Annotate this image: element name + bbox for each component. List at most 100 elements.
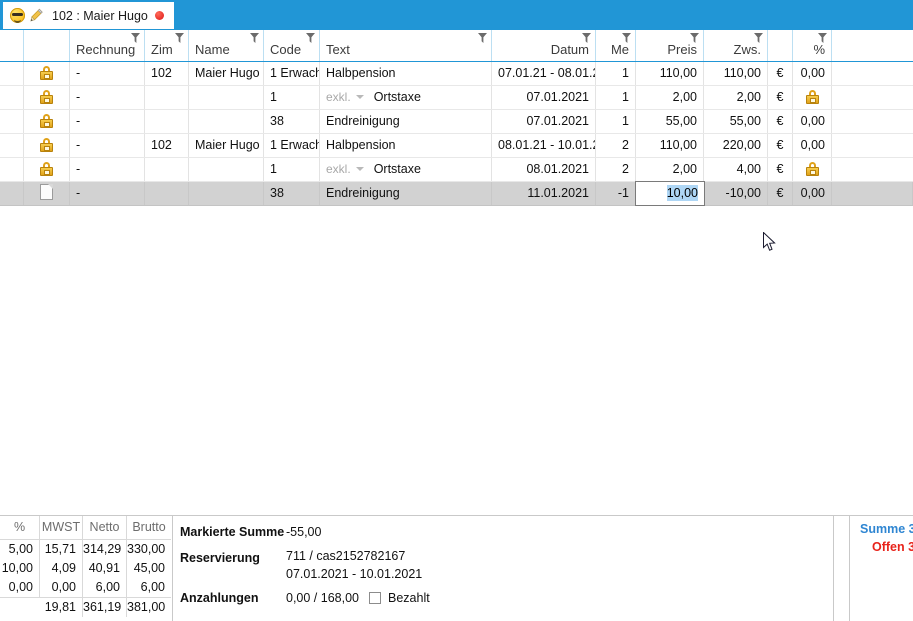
pencil-icon[interactable]	[29, 8, 44, 23]
cell-zws[interactable]: 55,00	[704, 110, 768, 133]
cell-prozent[interactable]: 0,00	[793, 182, 832, 205]
cell-code[interactable]: 38	[264, 182, 320, 205]
cell-waehrung[interactable]: €	[768, 182, 793, 205]
cell-rest[interactable]	[832, 86, 913, 109]
cell-rechnung[interactable]: -	[70, 110, 145, 133]
cell-prozent[interactable]: 0,00	[793, 62, 832, 85]
cell-text[interactable]: exkl. Ortstaxe	[320, 158, 492, 181]
grid-header-lock[interactable]	[24, 30, 70, 61]
cell-code[interactable]: 1 Erwach	[264, 62, 320, 85]
grid-header-prozent[interactable]: %	[793, 30, 832, 61]
cell-datum[interactable]: 07.01.2021	[492, 110, 596, 133]
cell-prozent[interactable]	[793, 86, 832, 109]
cell-datum[interactable]: 07.01.21 - 08.01.21	[492, 62, 596, 85]
cell-me[interactable]: 1	[596, 62, 636, 85]
cell-preis[interactable]: 110,00	[636, 134, 704, 157]
chevron-down-icon[interactable]	[355, 95, 364, 99]
grid-header-rest[interactable]	[832, 30, 913, 61]
cell-rechnung[interactable]: -	[70, 86, 145, 109]
cell-flag[interactable]	[0, 182, 24, 205]
cell-rechnung[interactable]: -	[70, 158, 145, 181]
cell-zws[interactable]: 110,00	[704, 62, 768, 85]
cell-prozent[interactable]	[793, 158, 832, 181]
cell-preis[interactable]: 110,00	[636, 62, 704, 85]
cell-me[interactable]: 2	[596, 158, 636, 181]
filter-funnel-icon-zim[interactable]	[175, 33, 184, 43]
lock-icon[interactable]	[40, 90, 53, 104]
filter-funnel-icon-datum[interactable]	[582, 33, 591, 43]
cell-flag[interactable]	[0, 110, 24, 133]
tab-guest-102[interactable]: 102 : Maier Hugo	[3, 2, 174, 29]
lock-icon[interactable]	[40, 138, 53, 152]
cell-text[interactable]: Halbpension	[320, 62, 492, 85]
lock-icon[interactable]	[805, 90, 819, 104]
cell-rest[interactable]	[832, 110, 913, 133]
page-icon[interactable]	[40, 184, 53, 200]
grid-header-zws[interactable]: Zws.	[704, 30, 768, 61]
lock-icon[interactable]	[40, 114, 53, 128]
price-edit-input[interactable]: 10,00	[635, 181, 705, 206]
cell-flag[interactable]	[0, 86, 24, 109]
cell-zws[interactable]: 2,00	[704, 86, 768, 109]
cell-flag[interactable]	[0, 134, 24, 157]
filter-funnel-icon-name[interactable]	[250, 33, 259, 43]
cell-zim[interactable]	[145, 158, 189, 181]
cell-rechnung[interactable]: -	[70, 182, 145, 205]
cell-zim[interactable]: 102	[145, 62, 189, 85]
cell-code[interactable]: 1	[264, 158, 320, 181]
cell-waehrung[interactable]: €	[768, 158, 793, 181]
cell-flag[interactable]	[0, 62, 24, 85]
cell-name[interactable]	[189, 158, 264, 181]
grid-header-waehrung[interactable]	[768, 30, 793, 61]
cell-zim[interactable]: 102	[145, 134, 189, 157]
cell-flag[interactable]	[0, 158, 24, 181]
cell-name[interactable]	[189, 110, 264, 133]
grid-header-zim[interactable]: Zim	[145, 30, 189, 61]
filter-funnel-icon-me[interactable]	[622, 33, 631, 43]
filter-funnel-icon-prozent[interactable]	[818, 33, 827, 43]
grid-header-name[interactable]: Name	[189, 30, 264, 61]
cell-zws[interactable]: -10,00	[704, 182, 768, 205]
cell-rechnung[interactable]: -	[70, 62, 145, 85]
cell-code[interactable]: 38	[264, 110, 320, 133]
filter-funnel-icon-preis[interactable]	[690, 33, 699, 43]
table-row[interactable]: -38 Endreinigung 07.01.2021 1 55,00 55,00 €0,0…	[0, 110, 913, 134]
cell-zim[interactable]	[145, 182, 189, 205]
lock-icon[interactable]	[40, 162, 53, 176]
table-row[interactable]: -102 Maier Hugo 1 Erwach Halbpension 07.01.2…	[0, 62, 913, 86]
cell-waehrung[interactable]: €	[768, 134, 793, 157]
cell-zim[interactable]	[145, 86, 189, 109]
grid-header-preis[interactable]: Preis	[636, 30, 704, 61]
filter-funnel-icon-code[interactable]	[306, 33, 315, 43]
cell-datum[interactable]: 08.01.2021	[492, 158, 596, 181]
cell-rest[interactable]	[832, 62, 913, 85]
grid-header-text[interactable]: Text	[320, 30, 492, 61]
filter-funnel-icon-text[interactable]	[478, 33, 487, 43]
grid-header-code[interactable]: Code	[264, 30, 320, 61]
cell-rest[interactable]	[832, 182, 913, 205]
cell-preis[interactable]: 55,00	[636, 110, 704, 133]
cell-text[interactable]: Halbpension	[320, 134, 492, 157]
cell-preis[interactable]: 2,00	[636, 86, 704, 109]
cell-zws[interactable]: 4,00	[704, 158, 768, 181]
cell-lock[interactable]	[24, 158, 70, 181]
grid-header-rechnung[interactable]: Rechnung	[70, 30, 145, 61]
cell-rechnung[interactable]: -	[70, 134, 145, 157]
cell-waehrung[interactable]: €	[768, 110, 793, 133]
cell-preis[interactable]: 2,00	[636, 158, 704, 181]
cell-text[interactable]: Endreinigung	[320, 110, 492, 133]
cell-lock[interactable]	[24, 86, 70, 109]
cell-text[interactable]: Endreinigung	[320, 182, 492, 205]
cell-me[interactable]: -1	[596, 182, 636, 205]
cell-prozent[interactable]: 0,00	[793, 110, 832, 133]
cell-rest[interactable]	[832, 158, 913, 181]
cell-code[interactable]: 1	[264, 86, 320, 109]
table-row[interactable]: -1 exkl. Ortstaxe 07.01.2021 1 2,00 2,00 €	[0, 86, 913, 110]
cell-code[interactable]: 1 Erwach	[264, 134, 320, 157]
table-row[interactable]: - 1 exkl. Ortstaxe 08.01.2021 2 2,00 4,00 €	[0, 158, 913, 182]
lock-icon[interactable]	[805, 162, 819, 176]
cell-lock[interactable]	[24, 182, 70, 205]
table-row[interactable]: - 38Endreinigung11.01.2021-1 10,00 -10,00€0…	[0, 181, 913, 206]
cell-name[interactable]	[189, 86, 264, 109]
cell-waehrung[interactable]: €	[768, 62, 793, 85]
